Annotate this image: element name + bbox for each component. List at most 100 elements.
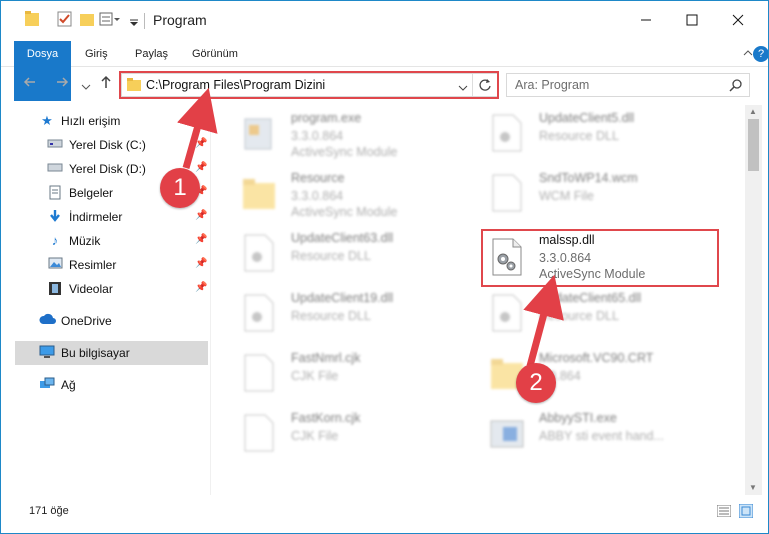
file-name: UpdateClient5.dll (539, 111, 635, 125)
sidebar-item-this-pc[interactable]: Bu bilgisayar (15, 341, 208, 365)
dll-icon (489, 113, 525, 155)
pin-icon[interactable]: 📌 (195, 210, 207, 221)
pin-icon[interactable]: 📌 (195, 162, 207, 173)
file-name: FastNmrl.cjk (291, 351, 361, 365)
sidebar-item-network[interactable]: Ağ (1, 373, 208, 397)
sidebar-item-quick-access[interactable]: ★ Hızlı erişim (1, 109, 208, 133)
download-icon (47, 209, 63, 225)
pin-icon[interactable]: 📌 (195, 138, 207, 149)
list-item[interactable]: FastNmrl.cjk CJK File (233, 345, 473, 405)
close-button[interactable] (715, 1, 761, 39)
sidebar-item-label: Bu bilgisayar (61, 346, 130, 360)
file-name: Microsoft.VC90.CRT (539, 351, 654, 365)
sidebar-item-label: Hızlı erişim (61, 114, 121, 128)
list-item[interactable]: FastKorn.cjk CJK File (233, 405, 473, 465)
vertical-scrollbar[interactable]: ▲ ▼ (745, 105, 762, 495)
properties-icon[interactable] (57, 11, 73, 29)
file-highlight-box (481, 229, 719, 287)
sidebar-item-downloads[interactable]: İndirmeler 📌 (1, 205, 208, 229)
sidebar-item-pictures[interactable]: Resimler 📌 (1, 253, 208, 277)
list-item[interactable]: program.exe 3.3.0.864 ActiveSync Module (233, 105, 473, 165)
folder-icon (25, 11, 39, 29)
music-icon: ♪ (51, 233, 59, 248)
back-button[interactable] (23, 75, 37, 93)
tiles-view-icon[interactable] (738, 503, 754, 521)
explorer-window: Program Dosya Giriş Paylaş Görünüm ? C:\… (0, 0, 769, 534)
file-name: SndToWP14.wcm (539, 171, 638, 185)
file-name: UpdateClient63.dll (291, 231, 394, 245)
help-icon[interactable]: ? (753, 46, 768, 62)
file-name: FastKorn.cjk (291, 411, 361, 425)
drive-icon (47, 137, 63, 153)
folder-icon (241, 173, 277, 215)
view-options-icon[interactable] (99, 11, 121, 29)
sidebar-item-label: Müzik (69, 234, 101, 248)
pin-icon[interactable]: 📌 (195, 234, 207, 245)
address-highlight-box (119, 71, 499, 99)
tab-share[interactable]: Paylaş (125, 41, 178, 67)
dll-icon (241, 293, 277, 335)
search-icon[interactable] (729, 78, 743, 95)
list-item[interactable]: AbbyySTI.exe ABBY sti event hand... (481, 405, 721, 465)
sidebar-item-videos[interactable]: Videolar 📌 (1, 277, 208, 301)
file-version: 3.3.0.864 (291, 129, 344, 143)
new-folder-icon[interactable] (79, 11, 95, 29)
scrollbar-thumb[interactable] (748, 119, 759, 171)
sidebar-item-label: Videolar (69, 282, 113, 296)
step-badge-1: 1 (160, 168, 200, 208)
sidebar-item-local-disk-c[interactable]: Yerel Disk (C:) 📌 (1, 133, 208, 157)
cloud-icon (39, 313, 56, 329)
scroll-down-icon[interactable]: ▼ (749, 483, 757, 492)
file-icon (489, 173, 525, 215)
list-item[interactable]: Resource 3.3.0.864 ActiveSync Module (233, 165, 473, 225)
ribbon-tabs: Dosya Giriş Paylaş Görünüm ? (1, 41, 768, 101)
sidebar-item-onedrive[interactable]: OneDrive (1, 309, 208, 333)
file-name: UpdateClient19.dll (291, 291, 394, 305)
minimize-button[interactable] (623, 1, 669, 39)
details-view-icon[interactable] (716, 504, 732, 520)
navigation-pane: ★ Hızlı erişim Yerel Disk (C:) 📌 Yerel D… (1, 105, 211, 495)
search-placeholder: Ara: Program (515, 78, 590, 92)
sidebar-item-label: Ağ (61, 378, 76, 392)
computer-icon (39, 345, 55, 361)
list-item[interactable]: SndToWP14.wcm WCM File (481, 165, 721, 225)
dll-icon (489, 293, 525, 335)
step-badge-2: 2 (516, 363, 556, 403)
file-icon (241, 353, 277, 395)
sidebar-item-label: Resimler (69, 258, 117, 272)
pin-icon[interactable]: 📌 (195, 282, 207, 293)
file-name: AbbyySTI.exe (539, 411, 617, 425)
up-button[interactable] (99, 75, 113, 93)
drive-icon (47, 161, 63, 177)
window-title: Program (153, 12, 207, 28)
scroll-up-icon[interactable]: ▲ (749, 107, 757, 116)
tab-home[interactable]: Giriş (75, 41, 118, 67)
list-item[interactable]: UpdateClient63.dll Resource DLL (233, 225, 473, 285)
file-version: Resource DLL (291, 249, 371, 263)
file-version: Resource DLL (291, 309, 371, 323)
search-input[interactable]: Ara: Program (506, 73, 750, 97)
file-name: Resource (291, 171, 345, 185)
file-name: UpdateClient65.dll (539, 291, 642, 305)
list-item[interactable]: UpdateClient65.dll Resource DLL (481, 285, 721, 345)
sidebar-item-label: Yerel Disk (D:) (69, 162, 146, 176)
file-list: program.exe 3.3.0.864 ActiveSync Module … (213, 105, 745, 495)
list-item[interactable]: UpdateClient19.dll Resource DLL (233, 285, 473, 345)
sidebar-item-music[interactable]: ♪ Müzik 📌 (1, 229, 208, 253)
network-icon (39, 377, 55, 393)
title-separator (144, 13, 145, 29)
file-version: Resource DLL (539, 129, 619, 143)
forward-button[interactable] (55, 75, 69, 93)
customize-toolbar-icon[interactable] (129, 16, 139, 34)
file-version: WCM File (539, 189, 594, 203)
pin-icon[interactable]: 📌 (195, 258, 207, 269)
document-icon (47, 185, 63, 201)
file-version: CJK File (291, 369, 339, 383)
video-icon (47, 281, 63, 297)
tab-view[interactable]: Görünüm (182, 41, 248, 67)
status-bar: 171 öğe (1, 499, 768, 525)
recent-locations-button[interactable] (81, 78, 91, 95)
title-bar: Program (1, 1, 768, 39)
list-item[interactable]: UpdateClient5.dll Resource DLL (481, 105, 721, 165)
maximize-button[interactable] (669, 1, 715, 39)
